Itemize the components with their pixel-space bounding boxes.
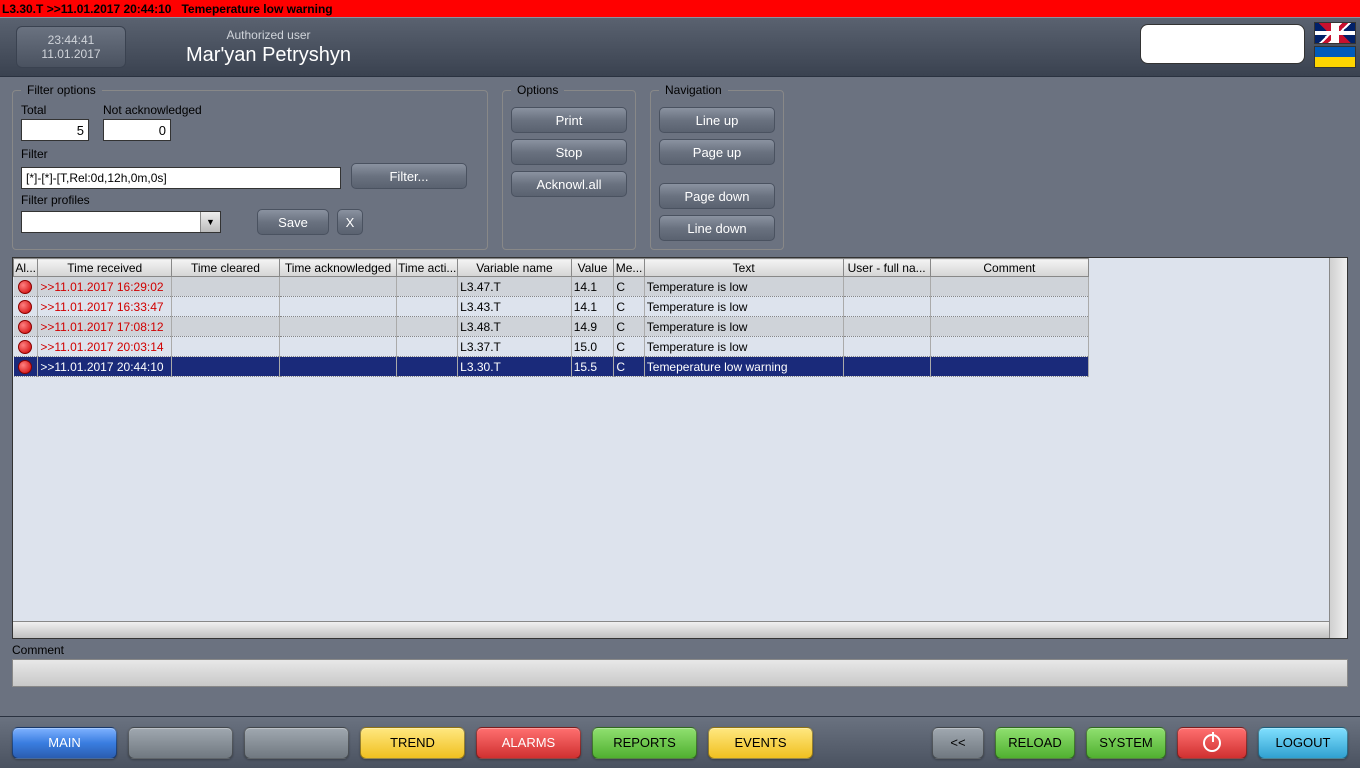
header: 23:44:41 11.01.2017 Authorized user Mar'… <box>0 17 1360 77</box>
navigation-legend: Navigation <box>659 83 728 97</box>
main-button[interactable]: MAIN <box>12 727 117 759</box>
stop-button[interactable]: Stop <box>511 139 627 165</box>
alarm-var: L3.30.T <box>2 2 43 16</box>
table-row[interactable]: >>11.01.2017 17:08:12L3.48.T14.9CTempera… <box>14 317 1089 337</box>
print-button[interactable]: Print <box>511 107 627 133</box>
options-legend: Options <box>511 83 564 97</box>
clock-box: 23:44:41 11.01.2017 <box>16 26 126 68</box>
ack-all-button[interactable]: Acknowl.all <box>511 171 627 197</box>
filter-label: Filter <box>21 147 479 161</box>
comment-label: Comment <box>12 643 1348 657</box>
table-row[interactable]: >>11.01.2017 16:33:47L3.43.T14.1CTempera… <box>14 297 1089 317</box>
footer-blank-2[interactable] <box>244 727 349 759</box>
col-comment[interactable]: Comment <box>930 259 1088 277</box>
alarm-dot-icon <box>18 280 32 294</box>
events-button[interactable]: EVENTS <box>708 727 813 759</box>
profiles-combo[interactable]: ▼ <box>21 211 221 233</box>
footer-bar: MAIN TREND ALARMS REPORTS EVENTS << RELO… <box>0 716 1360 768</box>
col-al[interactable]: Al... <box>14 259 38 277</box>
system-button[interactable]: SYSTEM <box>1086 727 1166 759</box>
comment-input[interactable] <box>12 659 1348 687</box>
nack-label: Not acknowledged <box>103 103 202 117</box>
table-row[interactable]: >>11.01.2017 16:29:02L3.47.T14.1CTempera… <box>14 277 1089 297</box>
total-label: Total <box>21 103 89 117</box>
scrollbar-vertical[interactable] <box>1329 258 1347 638</box>
alarm-dot-icon <box>18 340 32 354</box>
user-label: Authorized user <box>186 28 351 42</box>
col-user[interactable]: User - full na... <box>843 259 930 277</box>
col-variable[interactable]: Variable name <box>458 259 572 277</box>
flag-ua-icon[interactable] <box>1314 46 1356 68</box>
clear-button[interactable]: X <box>337 209 363 235</box>
page-up-button[interactable]: Page up <box>659 139 775 165</box>
alarm-top-bar: L3.30.T >>11.01.2017 20:44:10 Temeperatu… <box>0 0 1360 17</box>
chevron-down-icon[interactable]: ▼ <box>200 212 220 232</box>
reports-button[interactable]: REPORTS <box>592 727 697 759</box>
flag-uk-icon[interactable] <box>1314 22 1356 44</box>
alarm-ts: >>11.01.2017 20:44:10 <box>47 2 172 16</box>
col-time-received[interactable]: Time received <box>38 259 172 277</box>
table-row[interactable]: >>11.01.2017 20:03:14L3.37.T15.0CTempera… <box>14 337 1089 357</box>
logout-button[interactable]: LOGOUT <box>1258 727 1348 759</box>
power-button[interactable] <box>1177 727 1247 759</box>
trend-button[interactable]: TREND <box>360 727 465 759</box>
col-unit[interactable]: Me... <box>614 259 644 277</box>
line-down-button[interactable]: Line down <box>659 215 775 241</box>
back-button[interactable]: << <box>932 727 984 759</box>
alarm-table[interactable]: Al... Time received Time cleared Time ac… <box>13 258 1089 377</box>
save-button[interactable]: Save <box>257 209 329 235</box>
table-row[interactable]: >>11.01.2017 20:44:10L3.30.T15.5CTemeper… <box>14 357 1089 377</box>
logo-box <box>1140 24 1305 64</box>
power-icon <box>1203 734 1221 752</box>
footer-blank-1[interactable] <box>128 727 233 759</box>
profiles-label: Filter profiles <box>21 193 479 207</box>
line-up-button[interactable]: Line up <box>659 107 775 133</box>
user-info: Authorized user Mar'yan Petryshyn <box>186 28 351 67</box>
alarm-dot-icon <box>18 360 32 374</box>
col-time-ack[interactable]: Time acknowledged <box>279 259 397 277</box>
alarm-table-area: Al... Time received Time cleared Time ac… <box>12 257 1348 639</box>
clock-date: 11.01.2017 <box>41 47 100 61</box>
scrollbar-horizontal[interactable] <box>13 621 1329 638</box>
alarm-dot-icon <box>18 320 32 334</box>
reload-button[interactable]: RELOAD <box>995 727 1075 759</box>
navigation-panel: Navigation Line up Page up Page down Lin… <box>650 83 784 250</box>
filter-input[interactable] <box>21 167 341 189</box>
total-input[interactable] <box>21 119 89 141</box>
filter-button[interactable]: Filter... <box>351 163 467 189</box>
alarm-msg: Temeperature low warning <box>181 2 332 16</box>
table-blank-area <box>1089 277 1329 638</box>
col-text[interactable]: Text <box>644 259 843 277</box>
nack-input[interactable] <box>103 119 171 141</box>
col-time-active[interactable]: Time acti... <box>397 259 458 277</box>
alarm-dot-icon <box>18 300 32 314</box>
options-panel: Options Print Stop Acknowl.all <box>502 83 636 250</box>
language-flags <box>1314 22 1356 68</box>
alarms-button[interactable]: ALARMS <box>476 727 581 759</box>
col-value[interactable]: Value <box>571 259 614 277</box>
filter-options-legend: Filter options <box>21 83 102 97</box>
page-down-button[interactable]: Page down <box>659 183 775 209</box>
clock-time: 23:44:41 <box>48 33 95 47</box>
user-name: Mar'yan Petryshyn <box>186 44 351 67</box>
col-time-cleared[interactable]: Time cleared <box>172 259 280 277</box>
filter-options-panel: Filter options Total Not acknowledged Fi… <box>12 83 488 250</box>
